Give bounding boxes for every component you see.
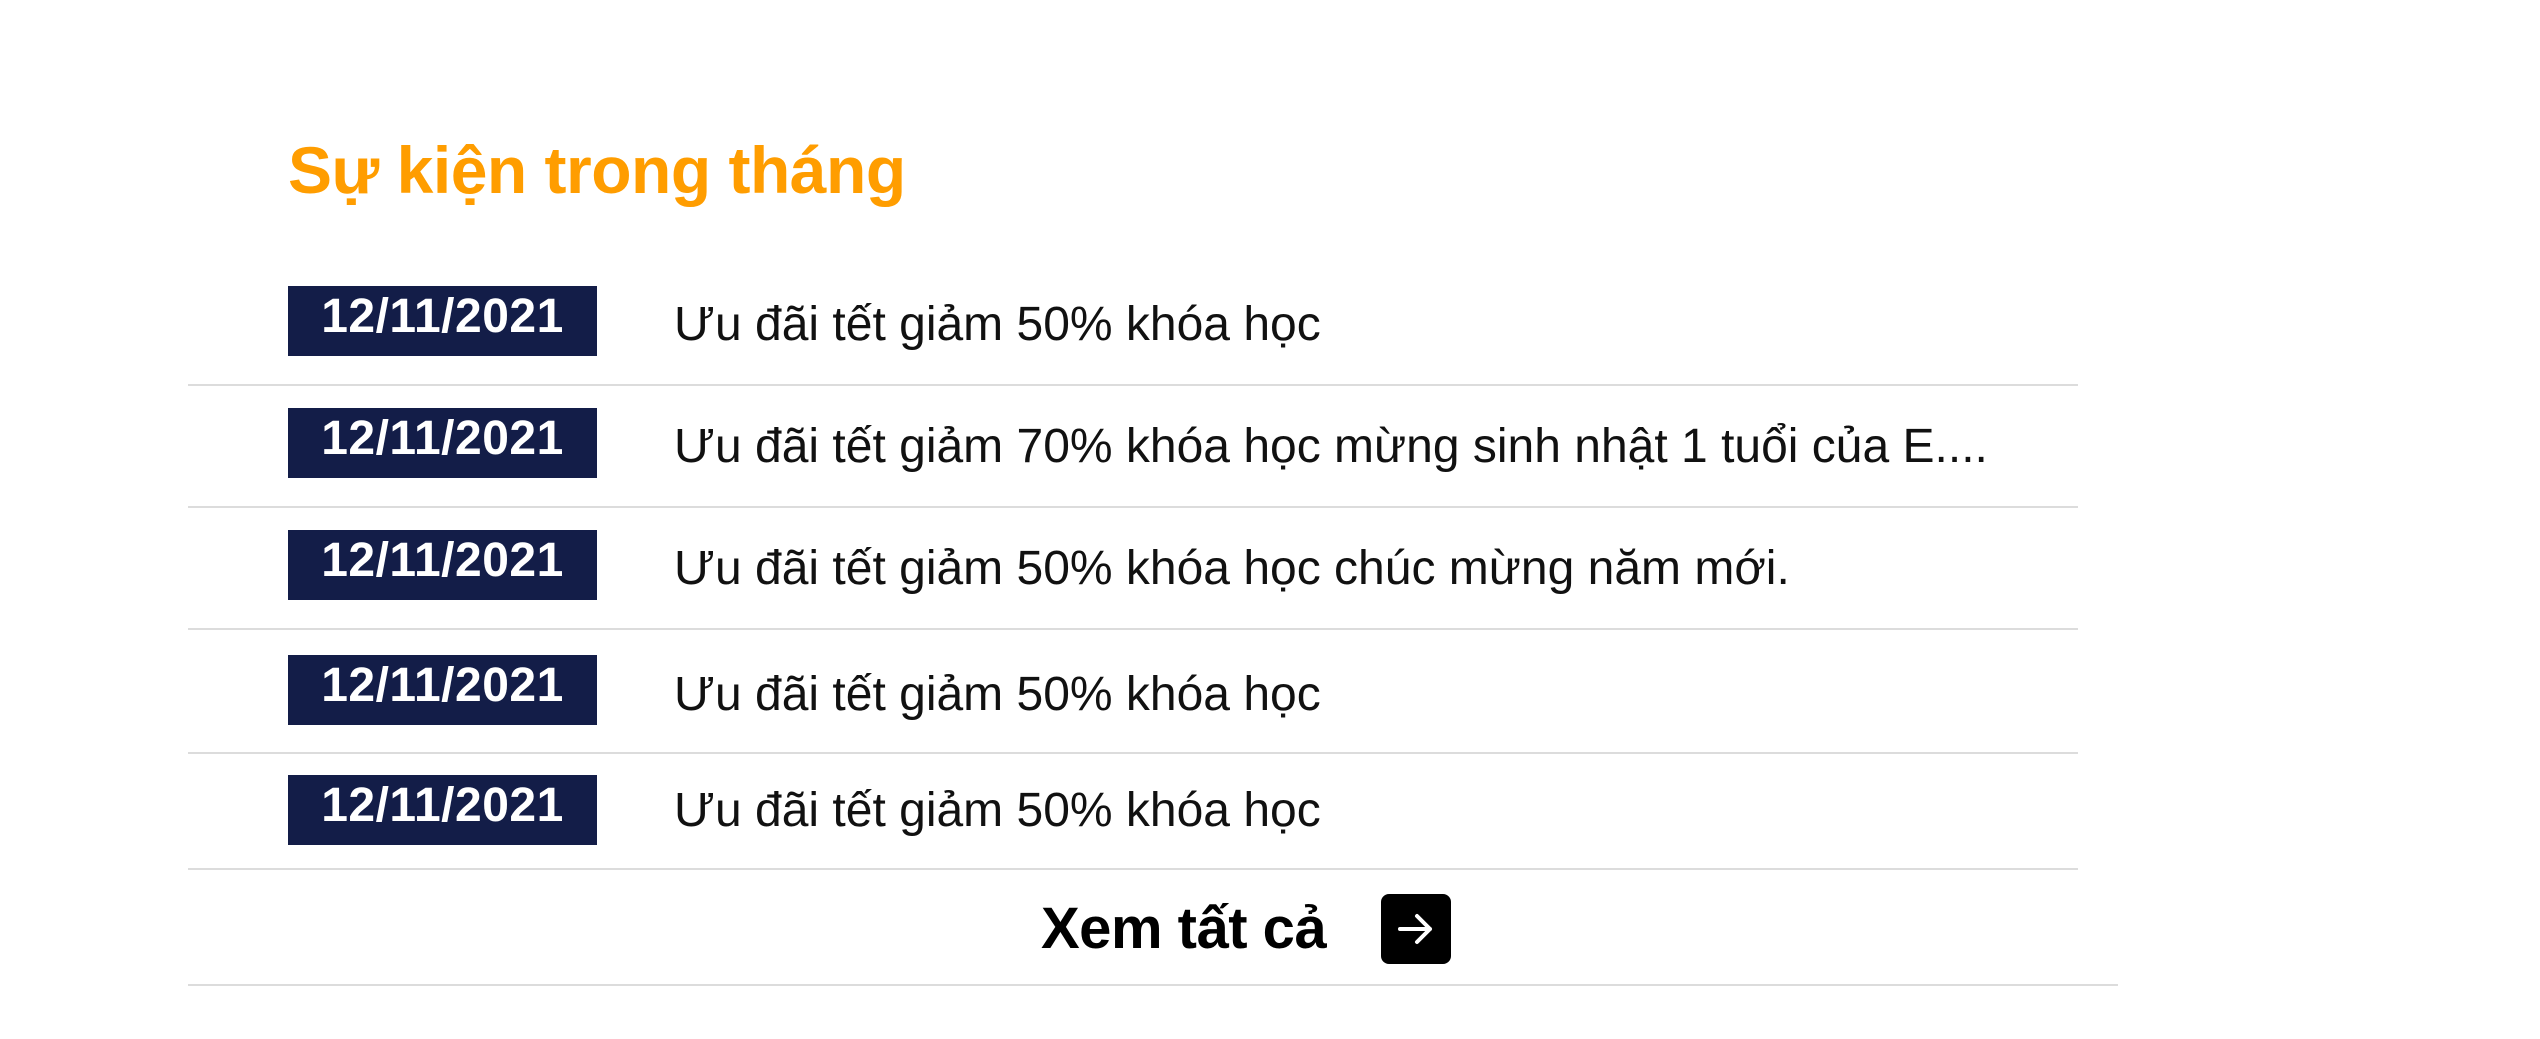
event-title[interactable]: Ưu đãi tết giảm 70% khóa học mừng sinh n… xyxy=(674,412,1988,482)
event-title[interactable]: Ưu đãi tết giảm 50% khóa học xyxy=(674,660,1321,730)
see-all-bar: Xem tất cả xyxy=(188,866,2118,986)
event-date-badge: 12/11/2021 xyxy=(288,530,597,600)
event-title[interactable]: Ưu đãi tết giảm 50% khóa học xyxy=(674,290,1321,360)
event-item[interactable]: 12/11/2021 Ưu đãi tết giảm 50% khóa học xyxy=(188,264,2078,386)
event-title[interactable]: Ưu đãi tết giảm 50% khóa học chúc mừng n… xyxy=(674,534,1790,604)
see-all-label: Xem tất cả xyxy=(1041,896,1327,961)
see-all-arrow-button[interactable] xyxy=(1381,894,1452,964)
event-date-badge: 12/11/2021 xyxy=(288,655,597,725)
event-item[interactable]: 12/11/2021 Ưu đãi tết giảm 50% khóa học … xyxy=(188,508,2078,630)
arrow-right-icon xyxy=(1398,914,1433,944)
event-title[interactable]: Ưu đãi tết giảm 50% khóa học xyxy=(674,776,1321,846)
see-all-link[interactable]: Xem tất cả xyxy=(1041,894,1452,964)
event-date-badge: 12/11/2021 xyxy=(288,775,597,845)
event-item[interactable]: 12/11/2021 Ưu đãi tết giảm 50% khóa học xyxy=(188,754,2078,870)
event-date-badge: 12/11/2021 xyxy=(288,408,597,478)
event-item[interactable]: 12/11/2021 Ưu đãi tết giảm 50% khóa học xyxy=(188,630,2078,754)
event-item[interactable]: 12/11/2021 Ưu đãi tết giảm 70% khóa học … xyxy=(188,386,2078,508)
event-date-badge: 12/11/2021 xyxy=(288,286,597,356)
